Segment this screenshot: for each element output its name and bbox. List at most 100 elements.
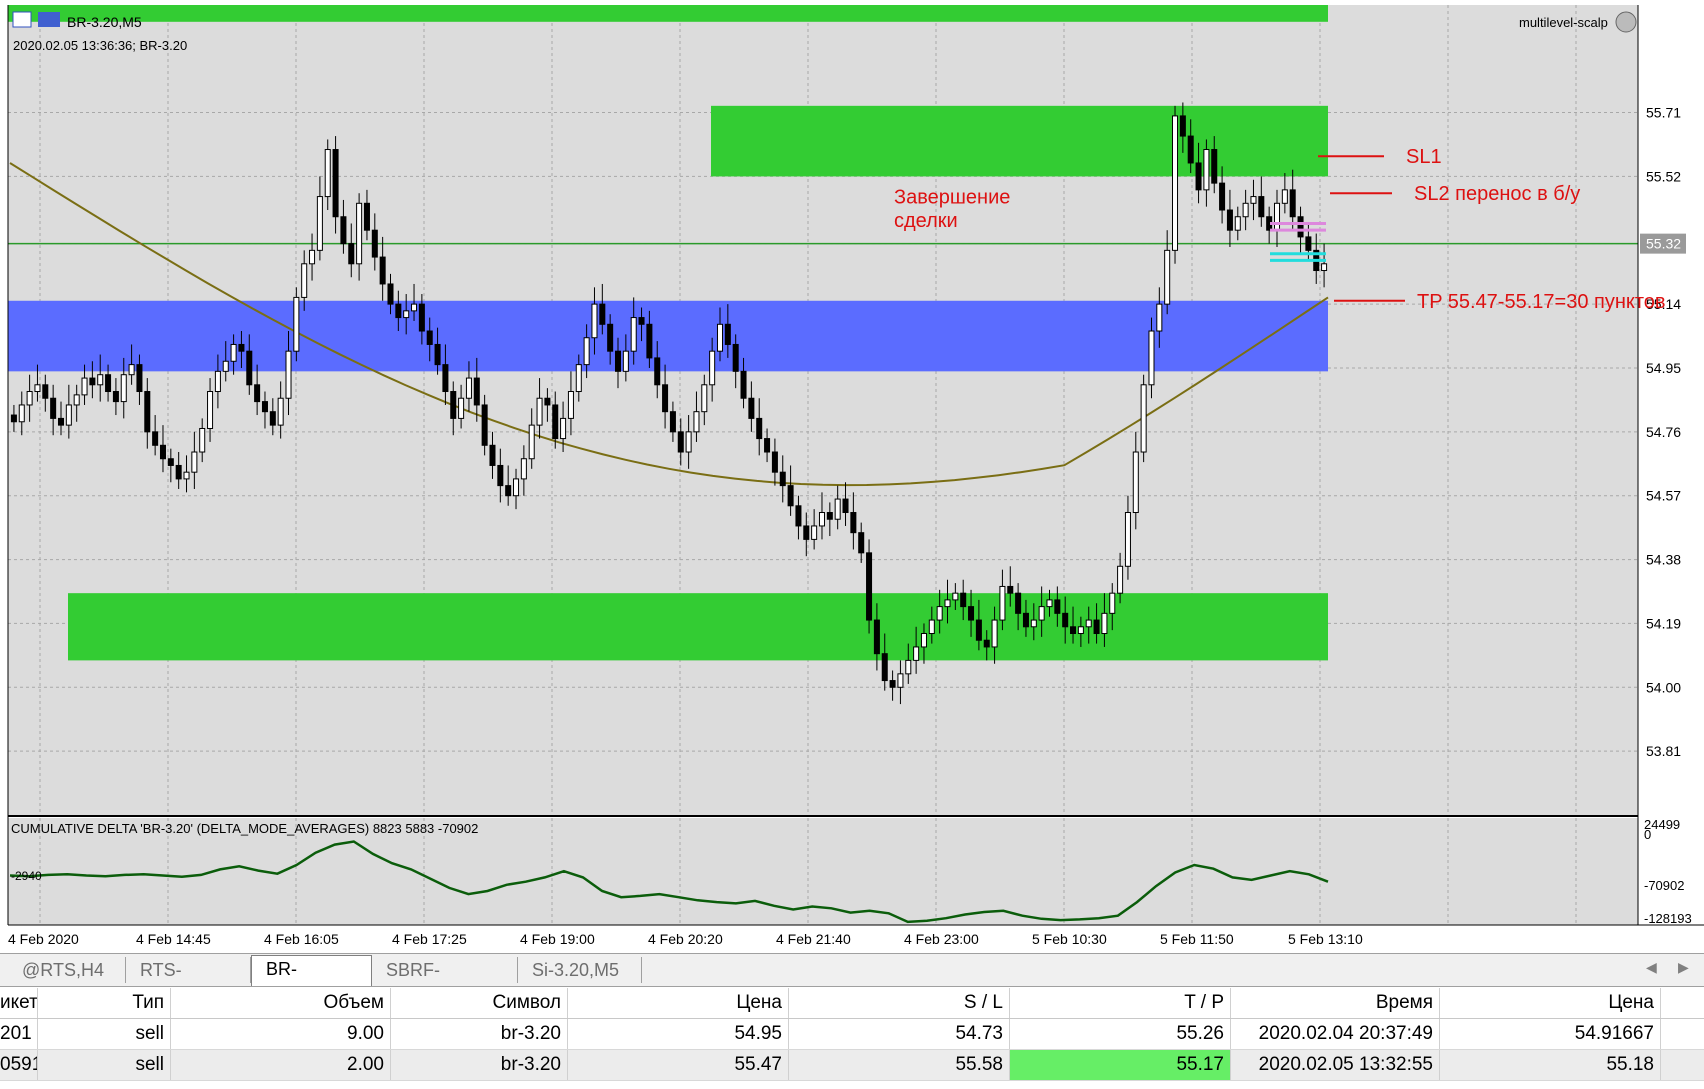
col-symbol[interactable]: Символ <box>391 988 568 1018</box>
candle-body <box>403 310 410 319</box>
candle-body <box>167 458 174 466</box>
cell-sl: 55.58 <box>789 1050 1010 1080</box>
candle-body <box>426 330 433 345</box>
candle-body <box>238 343 245 352</box>
candle-body <box>301 263 308 298</box>
candle-body <box>1179 115 1186 137</box>
time-tick-label: 4 Feb 2020 <box>8 931 79 947</box>
tab-sbrf-m5[interactable]: SBRF-3.20,M5 <box>372 957 518 1006</box>
time-tick-label: 4 Feb 14:45 <box>136 931 211 947</box>
candle-body <box>669 411 676 433</box>
candle-body <box>685 431 692 453</box>
delta-tick-label: -70902 <box>1644 878 1684 893</box>
candle-body <box>246 350 253 386</box>
tab-br-m5[interactable]: BR-3.20,M5 <box>251 955 372 1005</box>
candle-body <box>105 374 112 393</box>
tab-rts-m5[interactable]: RTS-3.20,M5 <box>126 957 251 1006</box>
candle-body <box>920 633 927 648</box>
table-row[interactable]: 201 sell 9.00 br-3.20 54.95 54.73 55.26 … <box>0 1019 1704 1050</box>
candle-body <box>1242 202 1249 218</box>
candle-body <box>709 350 716 386</box>
candle-body <box>183 471 190 480</box>
candle-body <box>944 599 951 608</box>
cell-sl: 54.73 <box>789 1019 1010 1049</box>
candle-body <box>1077 626 1084 635</box>
price-tick-label: 53.81 <box>1646 743 1681 759</box>
cell-price: 54.95 <box>568 1019 789 1049</box>
candle-body <box>144 391 151 433</box>
candle-body <box>1273 202 1281 231</box>
candle-body <box>418 303 425 332</box>
candle-body <box>646 323 653 359</box>
candle-body <box>207 391 214 429</box>
expert-hat-icon[interactable] <box>1615 11 1637 33</box>
candle-body <box>779 471 786 487</box>
candle-body <box>913 646 920 661</box>
candle-body <box>850 512 857 534</box>
col-volume[interactable]: Объем <box>171 988 391 1018</box>
zone-support <box>8 300 1328 372</box>
cell-type: sell <box>38 1050 171 1080</box>
indicator-label: CUMULATIVE DELTA 'BR-3.20' (DELTA_MODE_A… <box>11 821 478 836</box>
candle-body <box>175 464 182 480</box>
candle-body <box>1030 619 1037 628</box>
tabs-scroll-right-icon[interactable]: ▶ <box>1678 960 1689 976</box>
candle-body <box>1172 115 1179 251</box>
indicator-left-value: -2940 <box>11 869 42 883</box>
time-tick-label: 4 Feb 16:05 <box>264 931 339 947</box>
col-current-price[interactable]: Цена <box>1440 988 1661 1018</box>
candle-body <box>771 451 778 473</box>
candle-body <box>120 374 127 403</box>
candle-body <box>701 384 708 413</box>
col-ticket[interactable]: икет <box>0 988 38 1018</box>
chart-info-line: 2020.02.05 13:36:36; BR-3.20 <box>13 38 187 53</box>
tab-rts-h4[interactable]: @RTS,H4 <box>8 957 126 983</box>
candle-body <box>748 397 755 419</box>
time-tick-label: 5 Feb 13:10 <box>1288 931 1363 947</box>
candle-body <box>18 404 25 423</box>
candle-body <box>316 196 323 251</box>
candle-body <box>724 323 731 345</box>
table-row[interactable]: 0591 sell 2.00 br-3.20 55.47 55.58 55.17… <box>0 1050 1704 1081</box>
col-tp[interactable]: T / P <box>1010 988 1231 1018</box>
time-tick-label: 4 Feb 21:40 <box>776 931 851 947</box>
window-symbol-title: BR-3.20,M5 <box>67 14 142 30</box>
candle-body <box>866 552 873 621</box>
annotation-label: Завершение <box>894 187 1010 209</box>
candle-body <box>732 343 739 372</box>
chart-window[interactable]: 55.7155.5255.3255.1454.9554.7654.5754.38… <box>0 0 1704 953</box>
cell-tp: 55.26 <box>1010 1019 1231 1049</box>
time-tick-label: 4 Feb 17:25 <box>392 931 467 947</box>
candle-body <box>638 317 645 325</box>
col-sl[interactable]: S / L <box>789 988 1010 1018</box>
col-type[interactable]: Тип <box>38 988 171 1018</box>
annotation-label: SL2 перенос в б/у <box>1414 183 1580 205</box>
candle-body <box>528 424 535 460</box>
price-tick-label: 54.38 <box>1646 552 1681 568</box>
expert-name: multilevel-scalp <box>1519 15 1608 30</box>
candle-body <box>858 532 865 554</box>
candle-body <box>803 525 810 540</box>
current-price-label: 55.32 <box>1646 236 1681 252</box>
candle-body <box>662 384 669 413</box>
time-tick-label: 5 Feb 11:50 <box>1160 931 1234 947</box>
annotation-label: TP 55.47-55.17=30 пунктов <box>1417 291 1666 313</box>
col-time[interactable]: Время <box>1231 988 1440 1018</box>
delta-tick-label: -128193 <box>1644 911 1692 926</box>
candle-body <box>607 323 614 352</box>
candle-body <box>936 606 943 621</box>
candle-body <box>489 444 496 466</box>
col-price[interactable]: Цена <box>568 988 789 1018</box>
candle-body <box>340 216 347 245</box>
tabs-scroll-left-icon[interactable]: ◀ <box>1646 960 1657 976</box>
candle-body <box>332 149 339 218</box>
price-tick-label: 54.95 <box>1646 360 1681 376</box>
candle-body <box>740 370 747 399</box>
candle-body <box>34 384 41 393</box>
candle-body <box>1038 606 1045 621</box>
tab-si-m5[interactable]: Si-3.20,M5 <box>518 957 642 983</box>
candle-body <box>1007 585 1014 594</box>
candle-body <box>513 478 520 497</box>
candle-body <box>1297 216 1304 238</box>
candle-body <box>677 431 684 453</box>
